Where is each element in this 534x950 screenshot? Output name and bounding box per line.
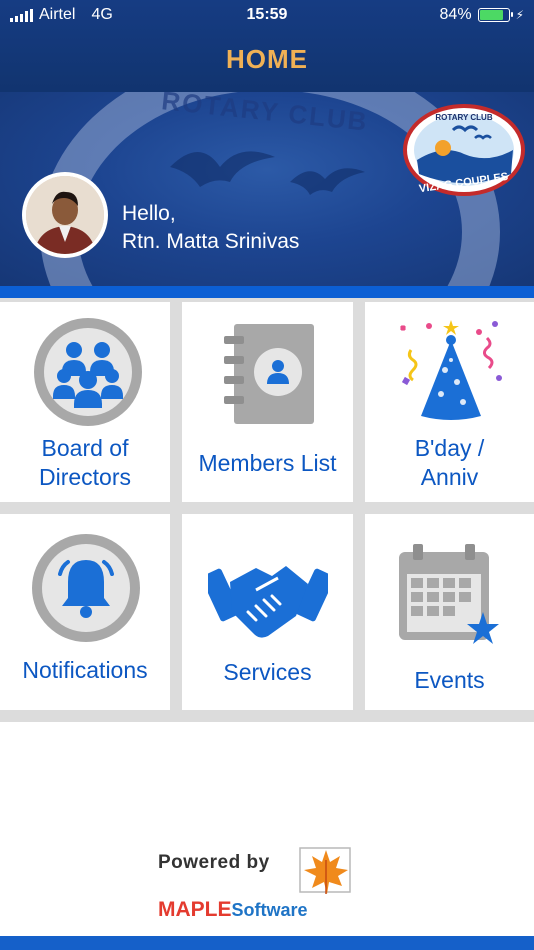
battery-percent: 84%: [439, 6, 472, 23]
greeting-label: Hello,: [122, 202, 176, 225]
battery-icon: [477, 8, 513, 22]
user-name: Rtn. Matta Srinivas: [122, 230, 300, 253]
tile-notifications[interactable]: Notifications: [0, 514, 170, 710]
maple-leaf-icon: [299, 847, 351, 894]
bell-icon: [32, 534, 140, 642]
club-logo-icon: ROTARY CLUB VIZAG COUPLES: [403, 104, 525, 196]
tile-members-list[interactable]: Members List: [182, 302, 353, 502]
status-bar: Airtel 4G 15:59 84% ⚡: [0, 0, 534, 30]
tile-label: Services: [223, 659, 312, 685]
group-icon: [34, 318, 142, 426]
charging-icon: ⚡: [515, 8, 524, 22]
tile-label: Board of Directors: [38, 435, 131, 490]
menu-grid: Board of Directors Members List B'day / …: [0, 298, 534, 722]
tile-birthday-anniversary[interactable]: B'day / Anniv: [365, 302, 534, 502]
user-photo: [26, 176, 104, 254]
profile-banner: ROTARY CLUB ROTARY CLUB VIZAG COUPLES He…: [0, 92, 534, 286]
tile-events[interactable]: Events: [365, 514, 534, 710]
birds-watermark-icon: [170, 151, 365, 195]
handshake-icon: [208, 566, 328, 638]
svg-text:ROTARY CLUB: ROTARY CLUB: [435, 113, 492, 122]
avatar[interactable]: [22, 172, 108, 258]
tile-label: Notifications: [22, 657, 148, 683]
tile-label: B'day / Anniv: [414, 435, 485, 490]
party-hat-icon: [399, 320, 502, 420]
maple-software-logo: MAPLESoftware: [158, 898, 308, 921]
calendar-icon: [399, 544, 499, 644]
powered-by-text: Powered by: [158, 852, 270, 873]
tile-board-of-directors[interactable]: Board of Directors: [0, 302, 170, 502]
tile-label: Events: [414, 667, 485, 693]
page-title: HOME: [226, 44, 308, 74]
app-header: Airtel 4G 15:59 84% ⚡ HOME: [0, 0, 534, 92]
bottom-bar: [0, 936, 534, 950]
banner-divider: [0, 286, 534, 298]
address-book-icon: [224, 324, 314, 424]
greeting-text: Hello, Rtn. Matta Srinivas: [122, 200, 299, 256]
tile-services[interactable]: Services: [182, 514, 353, 710]
tile-label: Members List: [198, 450, 337, 476]
